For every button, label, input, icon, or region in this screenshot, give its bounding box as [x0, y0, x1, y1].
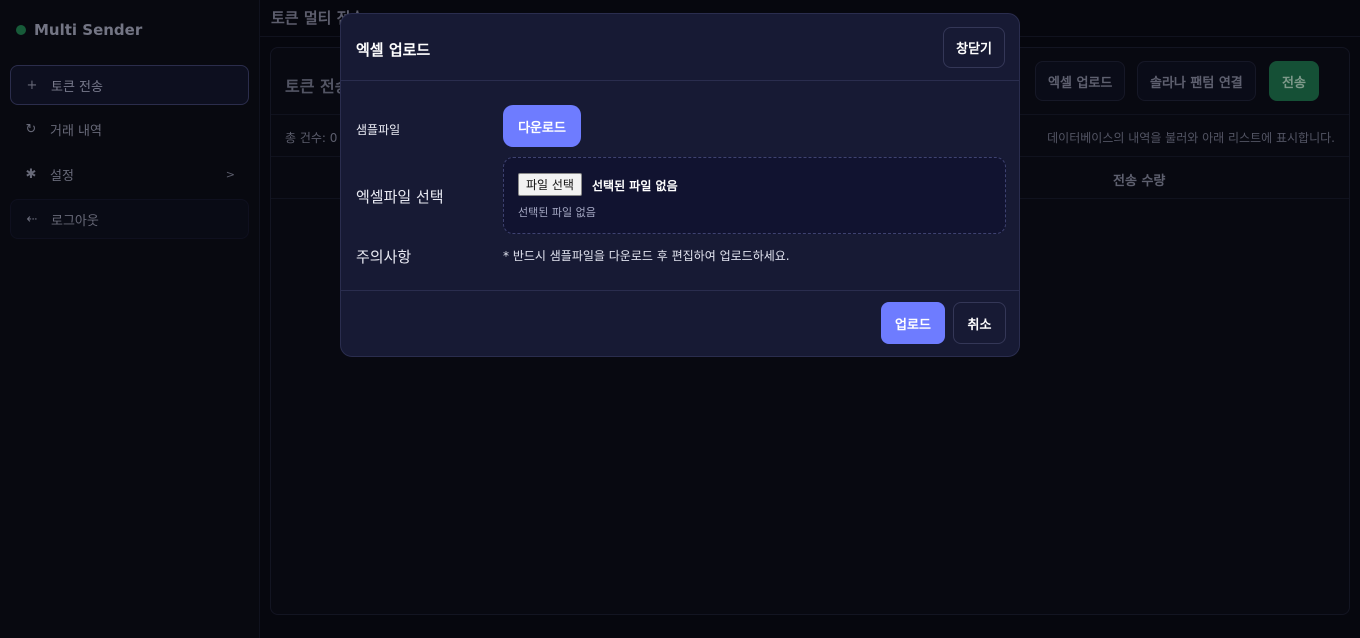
notice-label: 주의사항 — [356, 248, 412, 266]
close-button[interactable]: 창닫기 — [943, 27, 1005, 68]
excel-upload-modal: 엑셀 업로드 창닫기 샘플파일 다운로드 엑셀파일 선택 파일 선택 선택된 파… — [340, 13, 1020, 357]
excel-select-label: 엑셀파일 선택 — [356, 188, 444, 206]
file-dropzone[interactable]: 파일 선택 선택된 파일 없음 선택된 파일 없음 — [503, 157, 1006, 234]
download-button[interactable]: 다운로드 — [503, 105, 581, 147]
upload-button[interactable]: 업로드 — [881, 302, 945, 344]
cancel-button[interactable]: 취소 — [953, 302, 1006, 344]
file-name-text: 선택된 파일 없음 — [592, 179, 678, 193]
notice-text: * 반드시 샘플파일을 다운로드 후 편집하여 업로드하세요. — [503, 249, 790, 263]
sample-file-label: 샘플파일 — [356, 123, 401, 137]
modal-footer-divider — [341, 290, 1019, 291]
app-root: Multi Sender + 토큰 전송 ↻ 거래 내역 ✱ 설정 > ⇠ 로그… — [0, 0, 1360, 638]
file-choose-button[interactable]: 파일 선택 — [518, 173, 582, 196]
modal-header: 엑셀 업로드 창닫기 — [341, 14, 1019, 81]
modal-title: 엑셀 업로드 — [356, 41, 431, 59]
file-status-text: 선택된 파일 없음 — [518, 206, 596, 219]
